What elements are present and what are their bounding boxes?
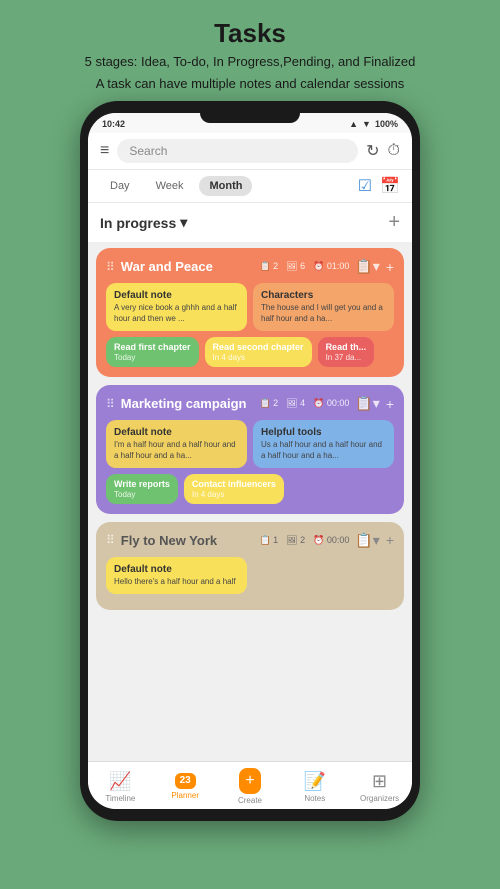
task-meta-war-peace: 📋 2 🖼 6 ⏰ 01:00 <box>259 261 349 272</box>
task-add-icon[interactable]: + <box>386 259 394 275</box>
page-subtitle-line1: 5 stages: Idea, To-do, In Progress,Pendi… <box>85 53 416 71</box>
drag-handle-icon-2: ⠿ <box>106 397 115 411</box>
section-add-btn[interactable]: + <box>388 211 400 234</box>
tab-icons: ☑ 📅 <box>358 176 400 196</box>
tab-day[interactable]: Day <box>100 176 140 196</box>
task-card-fly-newyork: ⠿ Fly to New York 📋 1 🖼 2 ⏰ 00:00 📋▾ + D… <box>96 522 404 610</box>
bottom-nav: 📈 Timeline 23 Planner + Create 📝 Notes ⊞… <box>88 761 412 809</box>
notes-count: 📋 2 <box>259 261 278 272</box>
task-meta-marketing: 📋 2 🖼 4 ⏰ 00:00 <box>259 398 349 409</box>
nav-timeline[interactable]: 📈 Timeline <box>88 771 153 803</box>
nav-organizers[interactable]: ⊞ Organizers <box>347 771 412 803</box>
content-scroll: ⠿ War and Peace 📋 2 🖼 6 ⏰ 01:00 📋▾ + Def… <box>88 242 412 761</box>
drag-handle-icon-3: ⠿ <box>106 533 115 547</box>
task-meta-fly: 📋 1 🖼 2 ⏰ 00:00 <box>259 535 349 546</box>
task-add-icon-2[interactable]: + <box>386 396 394 412</box>
search-input[interactable]: Search <box>117 139 358 163</box>
dropdown-icon: ▾ <box>180 214 187 231</box>
sessions-row-war-peace: Read first chapter Today Read second cha… <box>106 337 394 367</box>
task-copy-icon-3[interactable]: 📋▾ <box>355 532 379 549</box>
task-title-fly-newyork: Fly to New York <box>121 533 254 548</box>
note-helpful-tools[interactable]: Helpful tools Us a half hour and a half … <box>253 420 394 468</box>
session-contact-influencers[interactable]: Contact influencers In 4 days <box>184 474 284 504</box>
section-header: In progress ▾ + <box>88 203 412 242</box>
notes-grid-fly: Default note Hello there's a half hour a… <box>106 557 394 594</box>
nav-notes[interactable]: 📝 Notes <box>282 771 347 803</box>
session-read-first[interactable]: Read first chapter Today <box>106 337 199 367</box>
section-title-btn[interactable]: In progress ▾ <box>100 214 187 231</box>
status-time: 10:42 <box>102 119 125 129</box>
task-card-marketing: ⠿ Marketing campaign 📋 2 🖼 4 ⏰ 00:00 📋▾ … <box>96 385 404 514</box>
note-characters[interactable]: Characters The house and I will get you … <box>253 283 394 331</box>
calendar-check-icon[interactable]: ☑ <box>358 176 372 196</box>
task-title-war-peace: War and Peace <box>121 259 254 274</box>
images-count: 🖼 6 <box>286 261 305 272</box>
tab-month[interactable]: Month <box>199 176 252 196</box>
page-header: Tasks 5 stages: Idea, To-do, In Progress… <box>65 0 436 101</box>
session-read-third[interactable]: Read th... In 37 da... <box>318 337 375 367</box>
app-header: ≡ Search ↻ ⏱ <box>88 133 412 170</box>
task-title-marketing: Marketing campaign <box>121 396 254 411</box>
phone-shell: 10:42 ▲ ▼ 100% ≡ Search ↻ ⏱ Day Week Mon… <box>80 101 420 821</box>
nav-planner[interactable]: 23 Planner <box>153 773 218 800</box>
timeline-icon: 📈 <box>109 771 131 792</box>
note-default-1[interactable]: Default note A very nice book a ghhh and… <box>106 283 247 331</box>
task-copy-icon-2[interactable]: 📋▾ <box>355 395 379 412</box>
status-icons: ▲ ▼ 100% <box>349 119 398 129</box>
note-default-2[interactable]: Default note I'm a half hour and a half … <box>106 420 247 468</box>
page-subtitle-line2: A task can have multiple notes and calen… <box>85 75 416 93</box>
tab-week[interactable]: Week <box>146 176 194 196</box>
task-copy-icon[interactable]: 📋▾ <box>355 258 379 275</box>
refresh-icon[interactable]: ↻ <box>366 141 379 161</box>
calendar-view-icon[interactable]: 📅 <box>380 176 400 196</box>
timer-icon[interactable]: ⏱ <box>388 142 400 160</box>
phone-notch <box>200 113 300 123</box>
sessions-row-marketing: Write reports Today Contact influencers … <box>106 474 394 504</box>
session-write-reports[interactable]: Write reports Today <box>106 474 178 504</box>
page-title: Tasks <box>85 18 416 49</box>
task-card-war-peace: ⠿ War and Peace 📋 2 🖼 6 ⏰ 01:00 📋▾ + Def… <box>96 248 404 377</box>
task-add-icon-3[interactable]: + <box>386 532 394 548</box>
notes-grid-war-peace: Default note A very nice book a ghhh and… <box>106 283 394 331</box>
nav-create[interactable]: + Create <box>218 768 283 805</box>
notes-icon: 📝 <box>304 771 326 792</box>
session-read-second[interactable]: Read second chapter In 4 days <box>205 337 312 367</box>
planner-badge: 23 <box>175 773 196 789</box>
battery-label: 100% <box>375 119 398 129</box>
drag-handle-icon: ⠿ <box>106 260 115 274</box>
signal-icon: ▲ <box>349 119 358 129</box>
tab-row: Day Week Month ☑ 📅 <box>88 170 412 203</box>
organizers-icon: ⊞ <box>372 771 387 792</box>
time-label: ⏰ 01:00 <box>313 261 349 272</box>
notes-grid-marketing: Default note I'm a half hour and a half … <box>106 420 394 468</box>
note-default-3[interactable]: Default note Hello there's a half hour a… <box>106 557 247 594</box>
phone-screen: 10:42 ▲ ▼ 100% ≡ Search ↻ ⏱ Day Week Mon… <box>88 113 412 809</box>
wifi-icon: ▼ <box>362 119 371 129</box>
hamburger-icon[interactable]: ≡ <box>100 142 109 160</box>
create-icon: + <box>239 768 260 794</box>
